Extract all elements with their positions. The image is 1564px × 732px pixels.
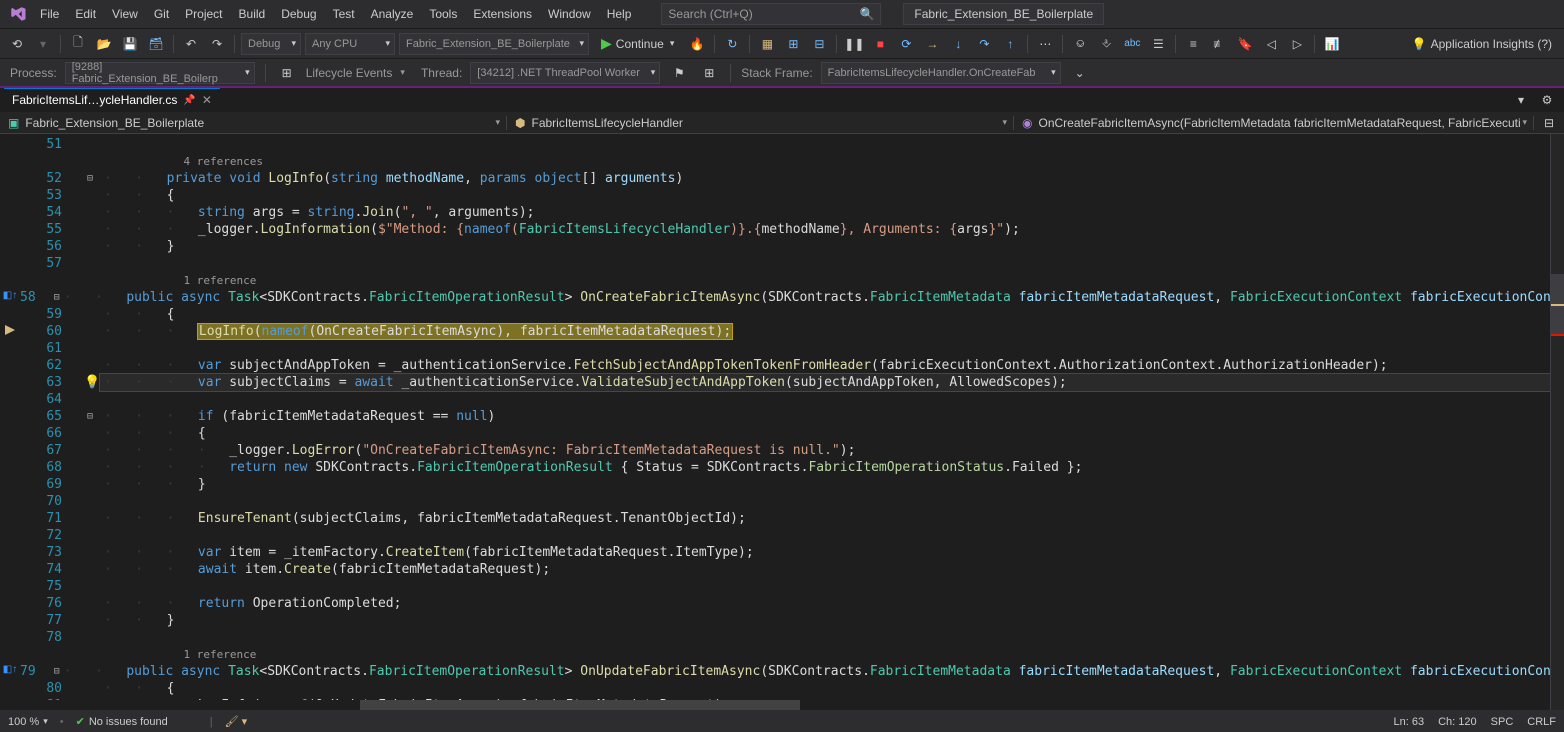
nav-fwd-icon[interactable]: ▾ bbox=[32, 33, 54, 55]
caret-column[interactable]: Ch: 120 bbox=[1438, 716, 1477, 728]
navigation-bar: ▣ Fabric_Extension_BE_Boilerplate ⬢ Fabr… bbox=[0, 112, 1564, 134]
class-icon: ⬢ bbox=[515, 116, 525, 130]
tool-icon[interactable]: ⋯ bbox=[1034, 33, 1056, 55]
search-box[interactable]: Search (Ctrl+Q) 🔍 bbox=[661, 3, 881, 25]
save-icon[interactable]: 💾 bbox=[119, 33, 141, 55]
show-next-icon[interactable]: → bbox=[921, 33, 943, 55]
search-icon: 🔍 bbox=[859, 7, 874, 21]
menu-help[interactable]: Help bbox=[599, 3, 640, 25]
diag-icon[interactable]: 📊 bbox=[1321, 33, 1343, 55]
step-out-icon[interactable]: ↑ bbox=[999, 33, 1021, 55]
active-tab[interactable]: FabricItemsLif…ycleHandler.cs 📌 ✕ bbox=[4, 88, 220, 111]
new-project-icon[interactable]: 🗋 bbox=[67, 33, 89, 55]
glyph-margin[interactable]: ◧↑◧↑ bbox=[0, 134, 20, 710]
indent-mode[interactable]: SPC bbox=[1491, 716, 1514, 728]
pin-icon[interactable]: 📌 bbox=[183, 95, 195, 106]
bulb-icon: 💡 bbox=[1412, 37, 1427, 51]
menu-test[interactable]: Test bbox=[325, 3, 363, 25]
step-over-icon[interactable]: ↷ bbox=[973, 33, 995, 55]
pause-icon[interactable]: ❚❚ bbox=[843, 33, 865, 55]
menu-project[interactable]: Project bbox=[177, 3, 230, 25]
menu-bar: FileEditViewGitProjectBuildDebugTestAnal… bbox=[0, 0, 1564, 28]
member-selector[interactable]: ◉ OnCreateFabricItemAsync(FabricItemMeta… bbox=[1014, 116, 1534, 130]
search-placeholder: Search (Ctrl+Q) bbox=[668, 7, 752, 21]
project-selector[interactable]: ▣ Fabric_Extension_BE_Boilerplate bbox=[0, 116, 507, 130]
menu-build[interactable]: Build bbox=[231, 3, 274, 25]
menu-tools[interactable]: Tools bbox=[421, 3, 465, 25]
solution-name[interactable]: Fabric_Extension_BE_Boilerplate bbox=[903, 3, 1104, 25]
restart-icon[interactable]: ↻ bbox=[721, 33, 743, 55]
brush-icon[interactable]: 🖌 ▾ bbox=[225, 715, 248, 728]
lifecycle-label: Lifecycle Events bbox=[306, 66, 393, 80]
thread-label: Thread: bbox=[421, 66, 462, 80]
startup-project-dropdown[interactable]: Fabric_Extension_BE_Boilerplate bbox=[399, 33, 589, 55]
vertical-scrollbar[interactable] bbox=[1550, 134, 1564, 710]
stackframe-label: Stack Frame: bbox=[741, 66, 812, 80]
bookmark-icon[interactable]: 🔖 bbox=[1234, 33, 1256, 55]
process-dropdown[interactable]: [9288] Fabric_Extension_BE_Boilerp bbox=[65, 62, 255, 84]
overflow-icon[interactable]: ⌄ bbox=[1069, 62, 1091, 84]
continue-button[interactable]: ▶ Continue ▾ bbox=[593, 33, 682, 55]
visual-studio-logo-icon bbox=[6, 2, 30, 26]
platform-dropdown[interactable]: Any CPU bbox=[305, 33, 395, 55]
browser-icon[interactable]: ▦ bbox=[756, 33, 778, 55]
application-insights-button[interactable]: 💡 Application Insights (?) bbox=[1406, 37, 1558, 51]
tab-dropdown-icon[interactable]: ▾ bbox=[1510, 89, 1532, 111]
tool3-icon[interactable]: ⎀ bbox=[1095, 33, 1117, 55]
code-editor[interactable]: 51 4 references52⊟· · private void LogIn… bbox=[20, 134, 1550, 710]
save-all-icon[interactable]: 🗃 bbox=[145, 33, 167, 55]
hot-reload-icon[interactable]: 🔥 bbox=[686, 33, 708, 55]
status-bar: 100 %▾ • ✔ No issues found | 🖌 ▾ Ln: 63 … bbox=[0, 710, 1564, 732]
step-into-icon[interactable]: ↓ bbox=[947, 33, 969, 55]
nav-back-icon[interactable]: ⟲ bbox=[6, 33, 28, 55]
script-icon[interactable]: ⊟ bbox=[808, 33, 830, 55]
configuration-dropdown[interactable]: Debug bbox=[241, 33, 301, 55]
stackframe-dropdown[interactable]: FabricItemsLifecycleHandler.OnCreateFab bbox=[821, 62, 1061, 84]
menu-git[interactable]: Git bbox=[146, 3, 177, 25]
thread-dropdown[interactable]: [34212] .NET ThreadPool Worker bbox=[470, 62, 660, 84]
play-icon: ▶ bbox=[601, 35, 612, 52]
menu-extensions[interactable]: Extensions bbox=[465, 3, 540, 25]
menu-debug[interactable]: Debug bbox=[273, 3, 324, 25]
undo-icon[interactable]: ↶ bbox=[180, 33, 202, 55]
menu-window[interactable]: Window bbox=[540, 3, 599, 25]
settings-icon[interactable]: ⚙ bbox=[1536, 89, 1558, 111]
open-icon[interactable]: 📂 bbox=[93, 33, 115, 55]
menu-file[interactable]: File bbox=[32, 3, 67, 25]
line-ending[interactable]: CRLF bbox=[1527, 716, 1556, 728]
stop-icon[interactable]: ■ bbox=[869, 33, 891, 55]
document-tabs: FabricItemsLif…ycleHandler.cs 📌 ✕ ▾ ⚙ bbox=[0, 88, 1564, 112]
split-icon[interactable]: ⊟ bbox=[1538, 112, 1560, 134]
csharp-project-icon: ▣ bbox=[8, 116, 19, 130]
caret-position[interactable]: Ln: 63 bbox=[1393, 716, 1424, 728]
process-label: Process: bbox=[10, 66, 57, 80]
menu-view[interactable]: View bbox=[104, 3, 146, 25]
lifecycle-icon[interactable]: ⊞ bbox=[276, 62, 298, 84]
bookmark-prev-icon[interactable]: ◁ bbox=[1260, 33, 1282, 55]
class-selector[interactable]: ⬢ FabricItemsLifecycleHandler bbox=[507, 116, 1014, 130]
ok-icon: ✔ bbox=[76, 715, 85, 728]
uncomment-icon[interactable]: ≢ bbox=[1208, 33, 1230, 55]
window-icon[interactable]: ⊞ bbox=[782, 33, 804, 55]
comment-icon[interactable]: ≡ bbox=[1182, 33, 1204, 55]
method-icon: ◉ bbox=[1022, 116, 1032, 130]
refresh-icon[interactable]: ⟳ bbox=[895, 33, 917, 55]
threads-icon[interactable]: ⊞ bbox=[698, 62, 720, 84]
menu-edit[interactable]: Edit bbox=[67, 3, 104, 25]
menu-analyze[interactable]: Analyze bbox=[363, 3, 422, 25]
error-status[interactable]: ✔ No issues found bbox=[76, 715, 168, 728]
tool2-icon[interactable]: ⎉ bbox=[1069, 33, 1091, 55]
bookmark-next-icon[interactable]: ▷ bbox=[1286, 33, 1308, 55]
redo-icon[interactable]: ↷ bbox=[206, 33, 228, 55]
tab-title: FabricItemsLif…ycleHandler.cs bbox=[12, 93, 177, 107]
main-toolbar: ⟲ ▾ 🗋 📂 💾 🗃 ↶ ↷ Debug Any CPU Fabric_Ext… bbox=[0, 28, 1564, 58]
abc-icon[interactable]: abc bbox=[1121, 33, 1143, 55]
flag-icon[interactable]: ⚑ bbox=[668, 62, 690, 84]
horizontal-scrollbar[interactable] bbox=[360, 700, 1550, 710]
zoom-control[interactable]: 100 %▾ bbox=[8, 716, 48, 728]
close-icon[interactable]: ✕ bbox=[202, 93, 212, 107]
debug-location-toolbar: Process: [9288] Fabric_Extension_BE_Boil… bbox=[0, 58, 1564, 86]
tool4-icon[interactable]: ☰ bbox=[1147, 33, 1169, 55]
